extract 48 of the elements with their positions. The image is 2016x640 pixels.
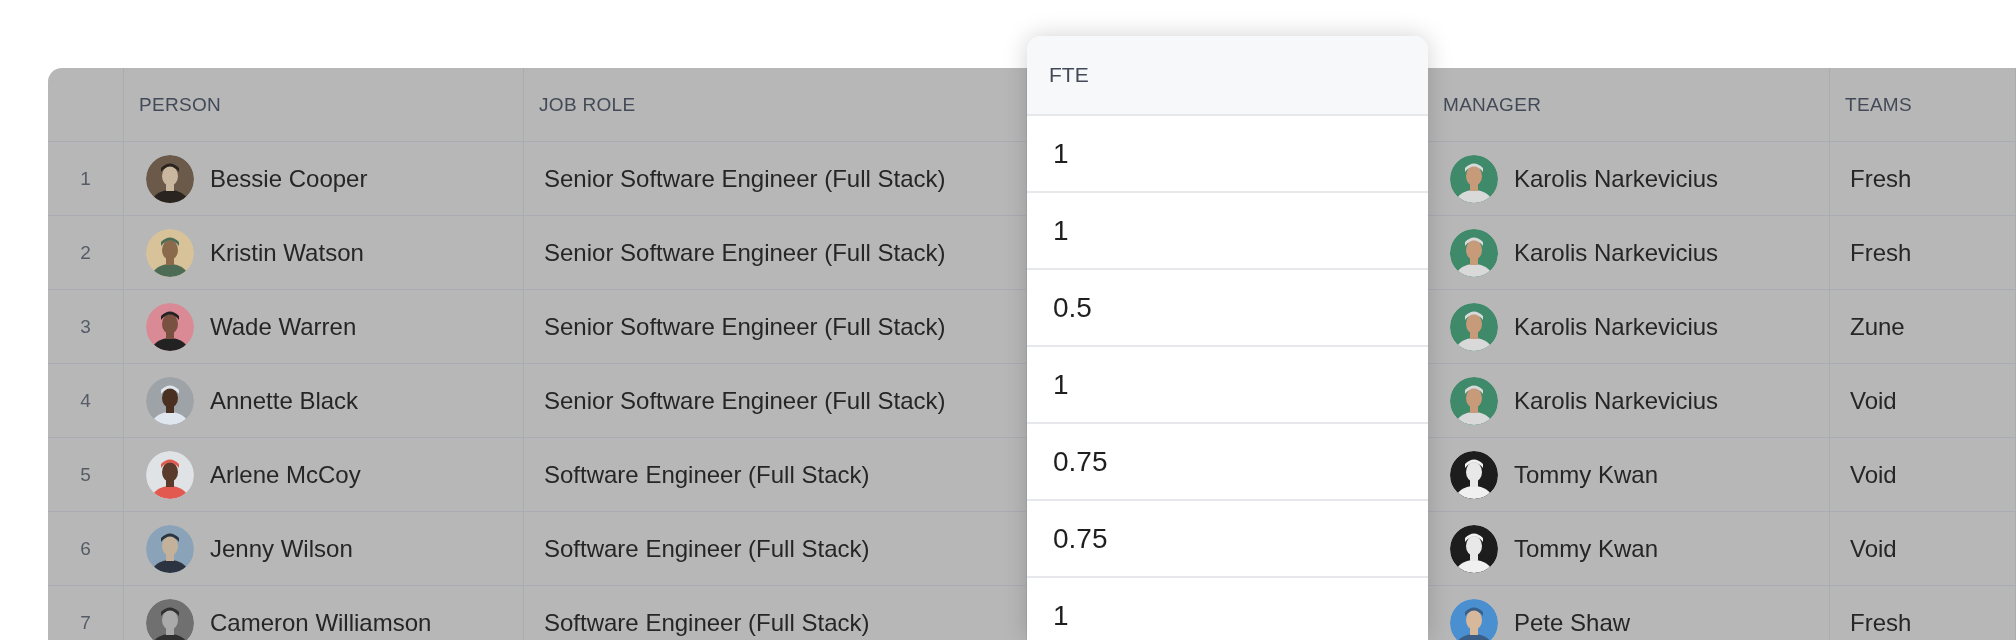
person-name: Bessie Cooper — [210, 164, 368, 193]
fte-value: 1 — [1053, 599, 1069, 632]
dragged-column[interactable]: FTE 1 1 0.5 1 0.75 0.75 1 — [1027, 36, 1428, 640]
manager-name: Tommy Kwan — [1514, 460, 1659, 489]
job-role: Senior Software Engineer (Full Stack) — [543, 238, 946, 267]
column-header: MANAGER — [1443, 93, 1542, 116]
job-role: Software Engineer (Full Stack) — [543, 534, 870, 563]
team-name: Fresh — [1849, 238, 1912, 267]
person-name: Kristin Watson — [210, 238, 364, 267]
team-name: Fresh — [1849, 608, 1912, 637]
team-name: Void — [1849, 386, 1897, 415]
fte-value: 1 — [1053, 214, 1069, 247]
team-name: Void — [1849, 460, 1897, 489]
person-name: Wade Warren — [210, 312, 357, 341]
manager-name: Karolis Narkevicius — [1514, 164, 1719, 193]
fte-value: 0.75 — [1053, 445, 1108, 478]
manager-name: Karolis Narkevicius — [1514, 238, 1719, 267]
person-name: Jenny Wilson — [210, 534, 353, 563]
person-name: Cameron Williamson — [210, 608, 432, 637]
row-number: 4 — [80, 389, 91, 412]
fte-value: 1 — [1053, 137, 1069, 170]
manager-name: Tommy Kwan — [1514, 534, 1659, 563]
row-number: 3 — [80, 315, 91, 338]
column-header: TEAMS — [1845, 93, 1912, 116]
job-role: Senior Software Engineer (Full Stack) — [543, 312, 946, 341]
job-role: Senior Software Engineer (Full Stack) — [543, 164, 946, 193]
team-name: Fresh — [1849, 164, 1912, 193]
row-number: 1 — [80, 167, 91, 190]
fte-value: 0.75 — [1053, 522, 1108, 555]
manager-name: Karolis Narkevicius — [1514, 312, 1719, 341]
manager-name: Pete Shaw — [1514, 608, 1631, 637]
person-name: Arlene McCoy — [210, 460, 361, 489]
column-header: FTE — [1049, 63, 1089, 87]
row-number: 6 — [80, 537, 91, 560]
job-role: Software Engineer (Full Stack) — [543, 460, 870, 489]
fte-value: 0.5 — [1053, 291, 1092, 324]
job-role: Senior Software Engineer (Full Stack) — [543, 386, 946, 415]
column-header: PERSON — [139, 93, 222, 116]
team-name: Zune — [1849, 312, 1905, 341]
manager-name: Karolis Narkevicius — [1514, 386, 1719, 415]
row-number: 7 — [80, 611, 91, 634]
row-number: 2 — [80, 241, 91, 264]
column-header: JOB ROLE — [539, 93, 636, 116]
job-role: Software Engineer (Full Stack) — [543, 608, 870, 637]
fte-value: 1 — [1053, 368, 1069, 401]
person-name: Annette Black — [210, 386, 359, 415]
row-number: 5 — [80, 463, 91, 486]
team-name: Void — [1849, 534, 1897, 563]
